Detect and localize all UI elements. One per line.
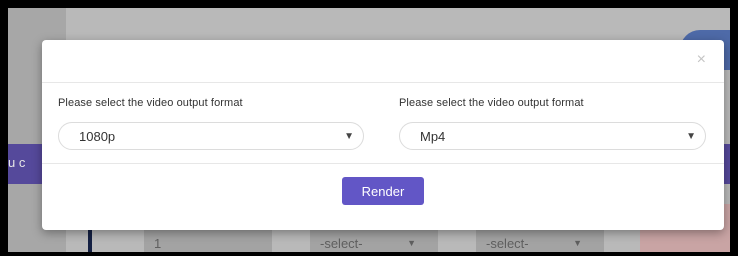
background-select-a-value: -select- bbox=[320, 235, 363, 251]
close-icon[interactable]: × bbox=[697, 51, 706, 69]
resolution-label: Please select the video output format bbox=[58, 97, 243, 109]
render-button[interactable]: Render bbox=[342, 177, 424, 205]
chevron-down-icon: ▼ bbox=[344, 131, 354, 142]
background-row-number: 1 bbox=[144, 228, 272, 252]
background-table-row: 1 -select- ▼ -select- ▼ bbox=[144, 228, 604, 252]
render-settings-modal: × Please select the video output format … bbox=[42, 40, 724, 230]
chevron-down-icon: ▼ bbox=[573, 238, 582, 248]
format-field: Please select the video output format Mp… bbox=[399, 97, 706, 150]
resolution-select[interactable]: 1080p ▼ bbox=[58, 122, 364, 150]
modal-footer: Render bbox=[42, 164, 724, 231]
background-select-b-value: -select- bbox=[486, 235, 529, 251]
background-select-b: -select- ▼ bbox=[476, 228, 604, 252]
format-label: Please select the video output format bbox=[399, 97, 584, 109]
modal-header: × bbox=[42, 40, 724, 83]
resolution-select-value: 1080p bbox=[79, 128, 116, 144]
modal-body: Please select the video output format 10… bbox=[42, 83, 724, 164]
format-select[interactable]: Mp4 ▼ bbox=[399, 122, 706, 150]
chevron-down-icon: ▼ bbox=[686, 131, 696, 142]
resolution-field: Please select the video output format 10… bbox=[58, 97, 364, 150]
background-select-a: -select- ▼ bbox=[310, 228, 438, 252]
background-band-text: u c bbox=[8, 155, 26, 170]
chevron-down-icon: ▼ bbox=[407, 238, 416, 248]
format-select-value: Mp4 bbox=[420, 128, 446, 144]
